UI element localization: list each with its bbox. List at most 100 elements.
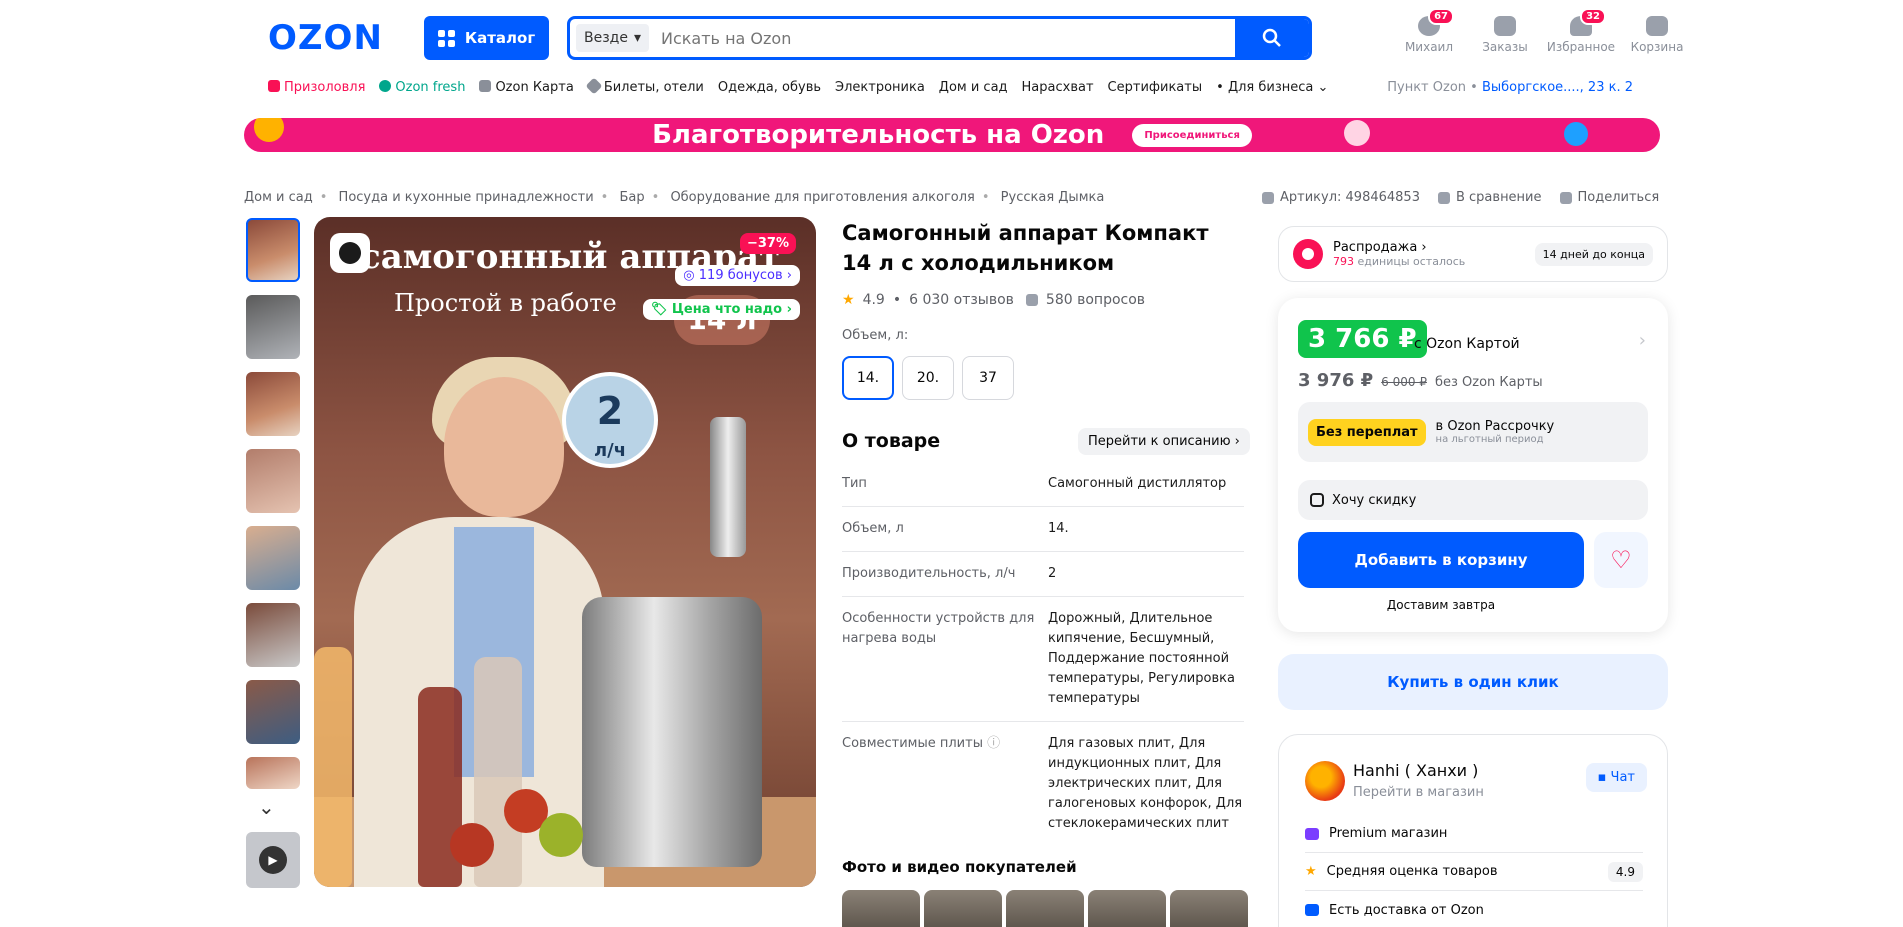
heart-decor [1344,120,1370,146]
questions-link[interactable]: 580 вопросов [1046,292,1145,308]
customer-photo[interactable] [1170,890,1248,927]
sale-card[interactable]: Распродажа › 793 единицы осталось 14 дней… [1278,226,1668,282]
specs-table: Тип Самогонный дистиллятор Объем, л 14. Пр… [842,462,1244,846]
account-button[interactable]: 67 Михаил [1394,8,1464,54]
chevron-down-icon[interactable]: ⌄ [258,795,275,819]
still-column [710,417,746,557]
customer-photos-title: Фото и видео покупателей [842,858,1077,876]
customer-photo[interactable] [1088,890,1166,927]
seller-card: Hanhi ( Ханхи ) Перейти в магазин ▪ Чат … [1278,734,1668,927]
bonus-icon: ◎ [683,268,699,283]
chevron-down-icon: ▾ [633,30,641,46]
regular-price-row: 3 976 ₽6 000 ₽ без Ozon Карты [1298,370,1543,391]
heart-icon: 32 [1570,8,1606,36]
want-discount-button[interactable]: Хочу скидку [1298,480,1648,520]
rating-row[interactable]: ★ 4.9 • 6 030 отзывов 580 вопросов [842,292,1145,308]
compare-button[interactable]: В сравнение [1437,190,1542,205]
price-card: 3 766 ₽ с Ozon Картой › 3 976 ₽6 000 ₽ бе… [1278,298,1668,632]
nav-item-clothes[interactable]: Одежда, обувь [718,80,821,95]
share-button[interactable]: Поделиться [1559,190,1659,205]
breadcrumb-item[interactable]: Русская Дымка [1001,190,1105,205]
avg-rating-row: ★ Средняя оценка товаров 4.9 [1305,853,1643,891]
favorites-button[interactable]: 32 Избранное [1546,8,1616,54]
video-thumbnail[interactable]: ▶ [246,832,300,888]
orders-button[interactable]: Заказы [1470,16,1540,54]
charity-banner[interactable]: Благотворительность на Ozon Присоединить… [244,118,1660,152]
customer-photo[interactable] [1006,890,1084,927]
seller-logo[interactable] [1305,761,1345,801]
cart-icon [1646,16,1668,36]
thumbnail[interactable] [246,449,300,513]
volume-option[interactable]: 37 [962,356,1014,400]
good-price-badge[interactable]: 🏷 Цена что надо › [642,299,800,320]
volume-option[interactable]: 20. [902,356,954,400]
coin-decor [254,118,284,142]
pickup-address: Выборгское...., 23 к. 2 [1481,80,1633,95]
thumbnail[interactable] [246,603,300,667]
sale-icon [1293,239,1323,269]
installment-button[interactable]: Без переплат в Ozon Рассрочку на льготный… [1298,402,1648,462]
breadcrumb-item[interactable]: Посуда и кухонные принадлежности [339,190,594,205]
nav-item-card[interactable]: Ozon Карта [479,80,574,95]
play-icon: ▶ [259,846,287,874]
spec-row: Совместимые плиты ⓘ Для газовых плит, Для… [842,736,1243,831]
go-to-store-link[interactable]: Перейти в магазин [1353,785,1484,800]
nav-item-home[interactable]: Дом и сад [939,80,1008,95]
search-scope-select[interactable]: Везде ▾ [576,24,649,52]
search-bar: Везде ▾ [567,16,1312,60]
chevron-right-icon: › [1234,434,1240,449]
nav-item-electronics[interactable]: Электроника [835,80,925,95]
nav-item-business[interactable]: • Для бизнеса ⌄ [1216,80,1328,95]
nav-item-trending[interactable]: Нарасхват [1022,80,1094,95]
volume-option[interactable]: 14. [842,356,894,400]
thumbnail[interactable] [246,680,300,744]
thumbnail[interactable] [246,372,300,436]
search-icon [1262,28,1281,47]
thumbnail[interactable] [246,218,300,282]
catalog-button[interactable]: Каталог [424,16,549,60]
chevron-right-icon[interactable]: › [1639,330,1646,351]
buy-one-click-button[interactable]: Купить в один клик [1278,654,1668,710]
star-icon: ★ [1305,864,1317,879]
reviews-link[interactable]: 6 030 отзывов [909,292,1014,308]
customer-photo[interactable] [924,890,1002,927]
thumbnail[interactable] [246,757,300,789]
customer-photos [842,890,1248,927]
seller-name[interactable]: Hanhi ( Ханхи ) [1353,761,1478,780]
breadcrumb-item[interactable]: Дом и сад [244,190,313,205]
breadcrumb-item[interactable]: Бар [619,190,644,205]
flow-rate-badge: 2 л/ч [562,372,658,468]
favorite-button[interactable]: ♡ [1594,532,1648,588]
search-button[interactable] [1235,19,1309,57]
card-icon [479,80,492,92]
article-copy[interactable]: Артикул: 498464853 [1262,190,1420,205]
share-icon [1559,191,1572,204]
still-tank [582,597,762,867]
cart-button[interactable]: Корзина [1622,16,1692,54]
go-to-description-button[interactable]: Перейти к описанию › [1078,428,1250,455]
thumbnail[interactable] [246,295,300,359]
breadcrumb-item[interactable]: Оборудование для приготовления алкоголя [670,190,974,205]
search-input[interactable] [649,28,1235,48]
banner-text: Благотворительность на Ozon [652,120,1105,150]
nav-item-tickets[interactable]: Билеты, отели [585,77,704,95]
chat-button[interactable]: ▪ Чат [1585,763,1647,792]
nav-item-certificates[interactable]: Сертификаты [1108,80,1203,95]
about-title: О товаре [842,430,941,452]
banner-join-button[interactable]: Присоединиться [1132,123,1252,147]
heart-icon: ♡ [1610,546,1632,574]
nav-item-prizes[interactable]: Призоловля [268,80,365,95]
product-title: Самогонный аппарат Компакт 14 л с холоди… [842,221,1209,275]
pickup-point[interactable]: Пункт Ozon • Выборгское...., 23 к. 2 [1387,80,1633,95]
ozon-logo[interactable]: OZON [268,18,383,58]
thumbnail[interactable] [246,526,300,590]
gift-icon [268,80,280,92]
product-main-image[interactable]: самогонный аппарат Простой в работе 14 л… [314,217,816,887]
add-to-cart-button[interactable]: Добавить в корзину [1298,532,1584,588]
bonus-badge[interactable]: ◎ 119 бонусов › [675,265,800,286]
person-face [444,377,564,517]
info-icon[interactable]: ⓘ [987,736,1000,751]
customer-photo[interactable] [842,890,920,927]
bottle-decor [314,647,352,887]
nav-item-fresh[interactable]: Ozon fresh [379,80,465,95]
